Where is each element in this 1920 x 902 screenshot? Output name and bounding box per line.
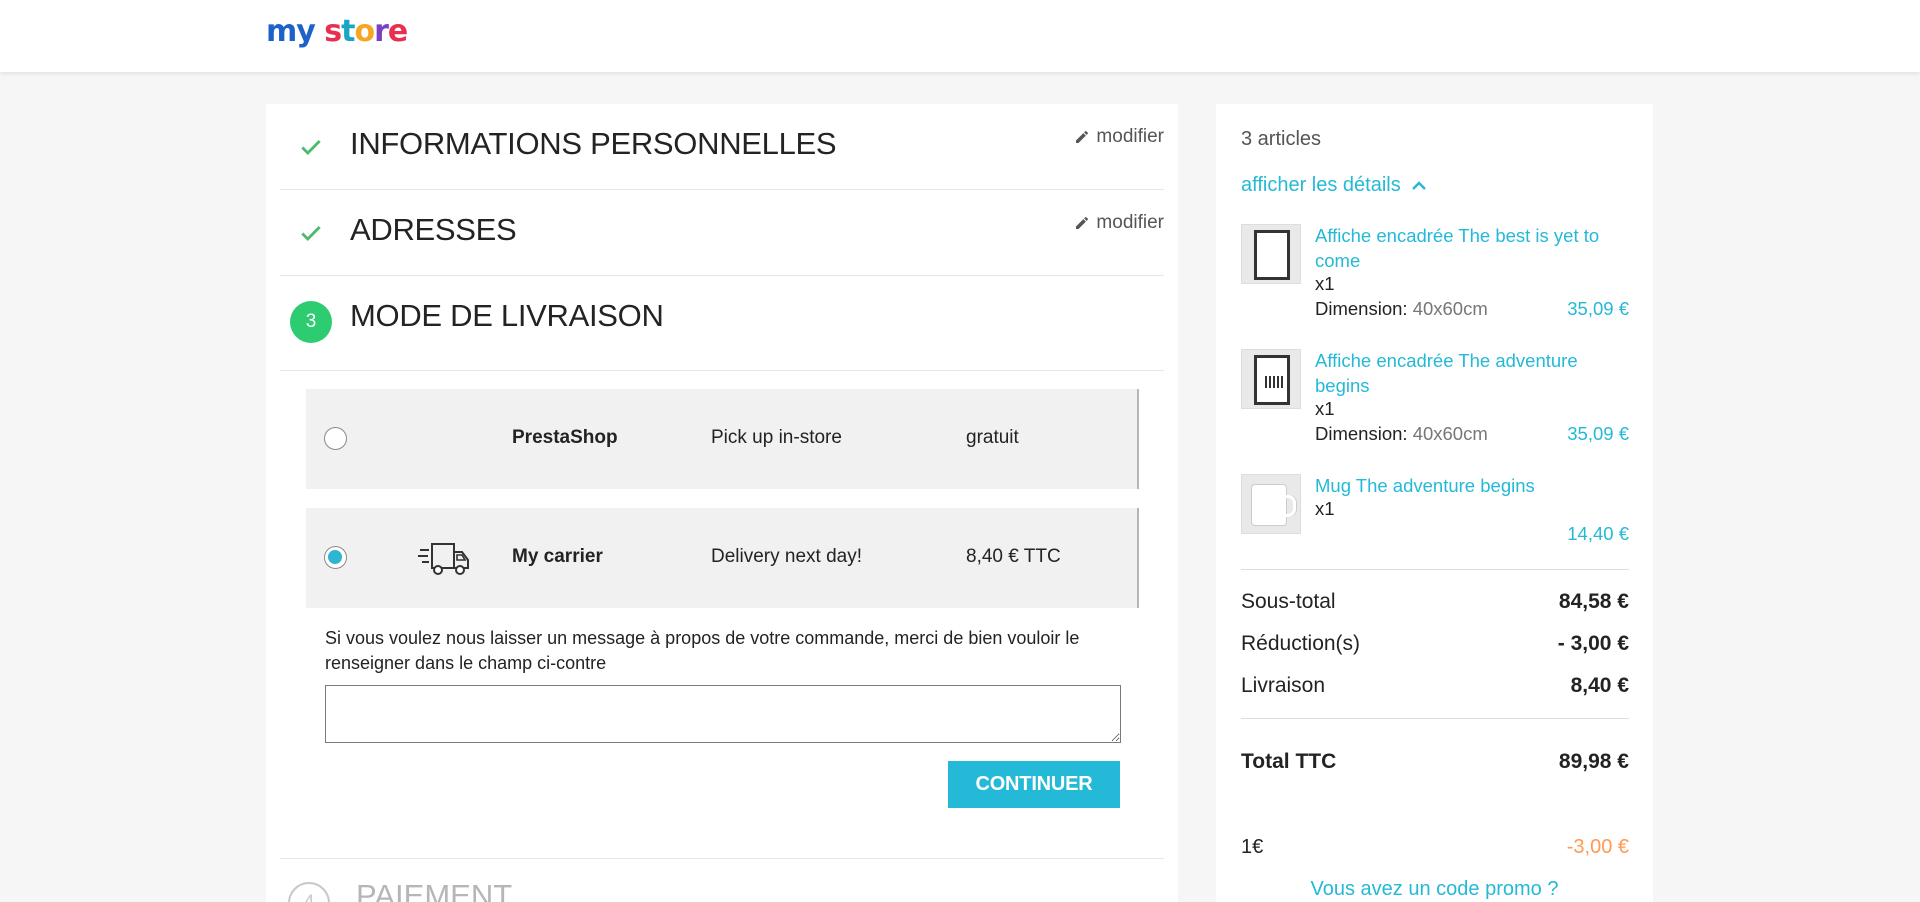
product-thumbnail[interactable] [1241, 474, 1301, 534]
step-number-badge: 3 [290, 301, 332, 343]
product-quantity: x1 [1315, 498, 1335, 519]
poster-frame [1254, 355, 1290, 405]
divider [1241, 569, 1629, 570]
carrier-name: PrestaShop [512, 427, 618, 448]
delivery-message-label: Si vous voulez nous laisser un message à… [325, 628, 1080, 673]
pencil-icon [1076, 130, 1089, 143]
cart-item: Mug The adventure begins x1 14,40 € [1241, 474, 1629, 564]
product-quantity: x1 [1315, 398, 1335, 419]
attr-label: Dimension: [1315, 423, 1408, 444]
discount-label: Réduction(s) [1241, 632, 1361, 655]
product-thumbnail[interactable] [1241, 349, 1301, 409]
step-number-badge: 4 [288, 882, 330, 902]
product-price: 35,09 € [1567, 298, 1629, 319]
promo-code-link[interactable]: Vous avez un code promo ? [1216, 878, 1653, 901]
carrier-option[interactable]: My carrier Delivery next day! 8,40 € TTC [306, 508, 1139, 608]
total-label: Total TTC [1241, 750, 1337, 773]
product-price: 14,40 € [1567, 523, 1629, 544]
carrier-price: gratuit [966, 427, 1019, 448]
carrier-delay: Pick up in-store [711, 427, 842, 448]
shipping-label: Livraison [1241, 674, 1326, 697]
product-name-link[interactable]: Affiche encadrée The adventure begins [1315, 348, 1625, 398]
subtotal-value: 84,58 € [1558, 590, 1629, 613]
logo-letter: r [374, 14, 389, 49]
logo-letters: my [266, 14, 316, 49]
logo-letter: e [387, 14, 408, 49]
product-thumbnail[interactable] [1241, 224, 1301, 284]
cart-summary: 3 articles afficher les détails Affiche … [1216, 104, 1653, 902]
carrier-price: 8,40 € TTC [966, 546, 1061, 567]
product-price: 35,09 € [1567, 423, 1629, 444]
step-addresses: ADRESSES modifier [280, 190, 1164, 276]
attr-label: Dimension: [1315, 298, 1408, 319]
step-title: INFORMATIONS PERSONNELLES [350, 126, 837, 161]
product-attribute: Dimension: 40x60cm [1315, 423, 1488, 445]
product-name-link[interactable]: Mug The adventure begins [1315, 473, 1625, 498]
logo-space [315, 14, 324, 49]
product-attribute: Dimension: 40x60cm [1315, 298, 1488, 320]
step-title-payment: PAIEMENT [356, 878, 513, 902]
divider [280, 858, 1164, 859]
modify-label: modifier [1096, 212, 1164, 233]
step-personal-information: INFORMATIONS PERSONNELLES modifier [280, 104, 1164, 190]
shipping-value: 8,40 € [1570, 674, 1629, 697]
carrier-radio[interactable] [324, 427, 347, 450]
poster-frame [1254, 230, 1290, 280]
mug-graphic [1252, 485, 1296, 525]
modify-label: modifier [1096, 126, 1164, 147]
barcode-graphic [1265, 376, 1283, 388]
continue-button[interactable]: CONTINUER [948, 761, 1120, 808]
attr-value: 40x60cm [1412, 423, 1488, 444]
show-details-toggle[interactable]: afficher les détails [1241, 174, 1427, 197]
product-quantity: x1 [1315, 273, 1335, 294]
divider [1241, 718, 1629, 719]
delivery-message-field[interactable] [325, 685, 1121, 743]
store-logo[interactable]: my store [266, 14, 408, 49]
step-title: ADRESSES [350, 212, 517, 247]
truck-icon [418, 543, 469, 575]
check-icon [301, 226, 321, 241]
voucher-value: -3,00 € [1566, 836, 1629, 858]
carrier-radio-selected[interactable] [324, 546, 347, 569]
product-name-link[interactable]: Affiche encadrée The best is yet to come [1315, 223, 1625, 273]
site-header: my store [0, 0, 1920, 72]
attr-value: 40x60cm [1412, 298, 1488, 319]
checkout-steps: INFORMATIONS PERSONNELLES modifier ADRES… [266, 104, 1178, 902]
voucher-name: 1€ [1241, 836, 1264, 858]
modify-addresses-link[interactable]: modifier [1074, 212, 1164, 234]
modify-personal-link[interactable]: modifier [1074, 126, 1164, 148]
pencil-icon [1076, 216, 1089, 229]
toggle-label: afficher les détails [1241, 174, 1401, 196]
chevron-up-icon [1411, 180, 1426, 190]
total-value: 89,98 € [1558, 750, 1629, 773]
cart-item-count: 3 articles [1241, 128, 1322, 150]
step-title: MODE DE LIVRAISON [350, 298, 664, 333]
step-delivery: 3 MODE DE LIVRAISON [280, 276, 1164, 371]
logo-letter: s [324, 14, 342, 49]
cart-item: Affiche encadrée The best is yet to come… [1241, 224, 1629, 334]
subtotal-label: Sous-total [1241, 590, 1336, 613]
logo-letter: t [341, 14, 355, 49]
carrier-delay: Delivery next day! [711, 546, 863, 567]
carrier-option[interactable]: PrestaShop Pick up in-store gratuit [306, 389, 1139, 489]
logo-letter: o [354, 14, 375, 49]
check-icon [301, 140, 321, 155]
cart-item: Affiche encadrée The adventure begins x1… [1241, 349, 1629, 459]
carrier-name: My carrier [512, 546, 603, 567]
discount-value: - 3,00 € [1557, 632, 1629, 655]
